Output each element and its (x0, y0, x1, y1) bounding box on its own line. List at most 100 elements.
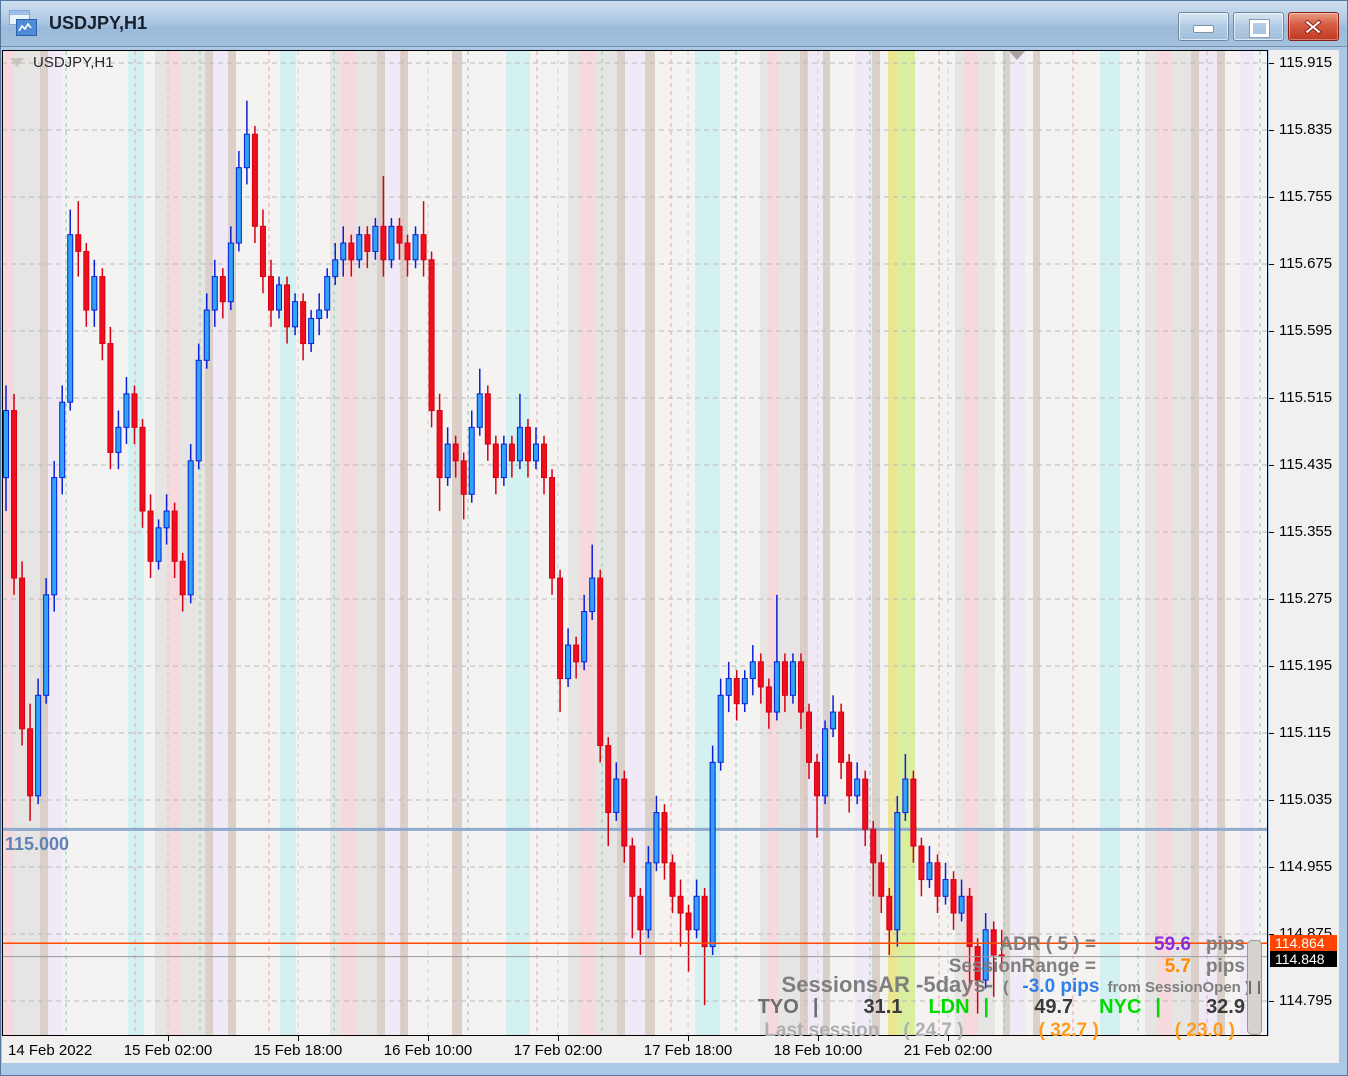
session-band (617, 51, 625, 1035)
lastsession-tyo: ( 24.7 ) (903, 1020, 964, 1041)
candle-bull (308, 317, 315, 345)
candle-bear (259, 225, 266, 278)
time-tick-mark (688, 1036, 689, 1041)
price-tick-mark (1269, 331, 1274, 332)
price-tick-label: 115.115 (1279, 724, 1331, 741)
candle-bear (573, 644, 580, 663)
candle-bull (854, 778, 861, 797)
price-tick-mark (1269, 398, 1274, 399)
session-band (768, 51, 778, 1035)
candle-bear (765, 686, 772, 713)
nyc-label: NYC (1099, 996, 1142, 1018)
candle-bull (709, 761, 716, 948)
time-tick-label: 15 Feb 18:00 (253, 1042, 343, 1059)
candle-bear (83, 250, 90, 311)
candle-bull (340, 242, 347, 261)
session-band (808, 51, 823, 1035)
candle-bull (203, 309, 210, 361)
maximize-button[interactable] (1233, 12, 1284, 41)
minimize-button[interactable] (1178, 12, 1229, 41)
candle-bear (797, 661, 804, 713)
session-band (1010, 51, 1026, 1035)
candlestick-chart[interactable] (2, 50, 1268, 1036)
candle-bull (195, 359, 202, 462)
candle-bull (412, 234, 419, 261)
candle-bull (123, 393, 130, 428)
candle-bear (677, 895, 684, 914)
time-tick-label: 14 Feb 2022 (8, 1042, 93, 1059)
candle-bear (380, 225, 387, 261)
candle-bull (749, 661, 756, 680)
candle-bear (524, 426, 531, 462)
candle-bull (324, 276, 331, 311)
candle-bear (11, 410, 18, 579)
session-band (14, 51, 40, 1035)
indicator-adr-row: ADR ( 5 ) = 59.6 pips (999, 934, 1245, 956)
chevron-down-icon[interactable] (10, 58, 24, 67)
price-tick-label: 115.195 (1279, 657, 1333, 674)
candle-bear (814, 761, 821, 797)
candle-bull (316, 309, 323, 319)
candle-bear (910, 778, 917, 847)
candle-bull (91, 276, 98, 311)
price-tick-label: 115.835 (1279, 121, 1333, 138)
nyc-separator: | (1155, 996, 1161, 1018)
candle-bear (300, 301, 307, 345)
session-band (1100, 51, 1120, 1035)
candle-bear (171, 510, 178, 562)
session-band (760, 51, 768, 1035)
candle-bear (966, 895, 973, 948)
price-tick-mark (1269, 599, 1274, 600)
session-band (1191, 51, 1199, 1035)
candle-bear (348, 242, 355, 261)
candle-bear (404, 242, 411, 261)
candle-bear (733, 678, 740, 705)
time-tick-mark (168, 1036, 169, 1041)
candle-bear (139, 426, 146, 512)
time-tick-label: 15 Feb 02:00 (123, 1042, 213, 1059)
candle-bull (902, 778, 909, 814)
price-tick-label: 115.595 (1279, 322, 1333, 339)
candle-bear (99, 276, 106, 345)
session-band (1157, 51, 1171, 1035)
session-band (800, 51, 808, 1035)
chart-window-icon (9, 9, 39, 38)
candle-bear (629, 845, 636, 897)
candle-bull (958, 895, 965, 914)
price-axis[interactable]: 114.864 114.848 115.915 115.835 115.755 115… (1269, 50, 1339, 1036)
session-band (506, 51, 530, 1035)
candle-bear (19, 577, 26, 730)
session-band (580, 51, 595, 1035)
candle-bear (549, 477, 556, 579)
close-icon (1304, 19, 1322, 35)
chart-plot-area[interactable]: USDJPY,H1 115.000 ADR ( 5 ) = 59.6 pips … (2, 50, 1268, 1041)
bid-price-tag: 114.848 (1270, 951, 1337, 968)
candle-bull (613, 778, 620, 814)
candle-bear (878, 862, 885, 897)
candle-bear (75, 234, 82, 252)
price-tick-label: 114.795 (1279, 992, 1333, 1009)
adr-label: ADR ( 5 ) = (999, 934, 1096, 955)
candle-bear (605, 745, 612, 814)
session-band (695, 51, 720, 1035)
candle-bull (227, 242, 234, 303)
candle-bull (3, 410, 9, 479)
tyo-value: 31.1 (863, 996, 903, 1018)
candle-bear (918, 845, 925, 881)
candle-bear (219, 276, 226, 303)
window-titlebar[interactable]: USDJPY,H1 (1, 1, 1347, 47)
scrollbar-thumb[interactable] (1247, 940, 1262, 1035)
adr-value: 59.6 (1154, 934, 1191, 955)
scrollbar-grip-icon (1249, 981, 1260, 994)
candle-bear (661, 812, 668, 864)
candle-bull (653, 812, 660, 864)
price-tick-mark (1269, 800, 1274, 801)
candle-bear (838, 711, 845, 763)
candle-bear (870, 828, 877, 864)
candle-bull (500, 443, 507, 479)
close-button[interactable] (1288, 12, 1339, 41)
candle-bull (926, 862, 933, 881)
session-band (1033, 51, 1040, 1035)
candle-bull (115, 426, 122, 453)
tyo-label: TYO (757, 996, 799, 1018)
